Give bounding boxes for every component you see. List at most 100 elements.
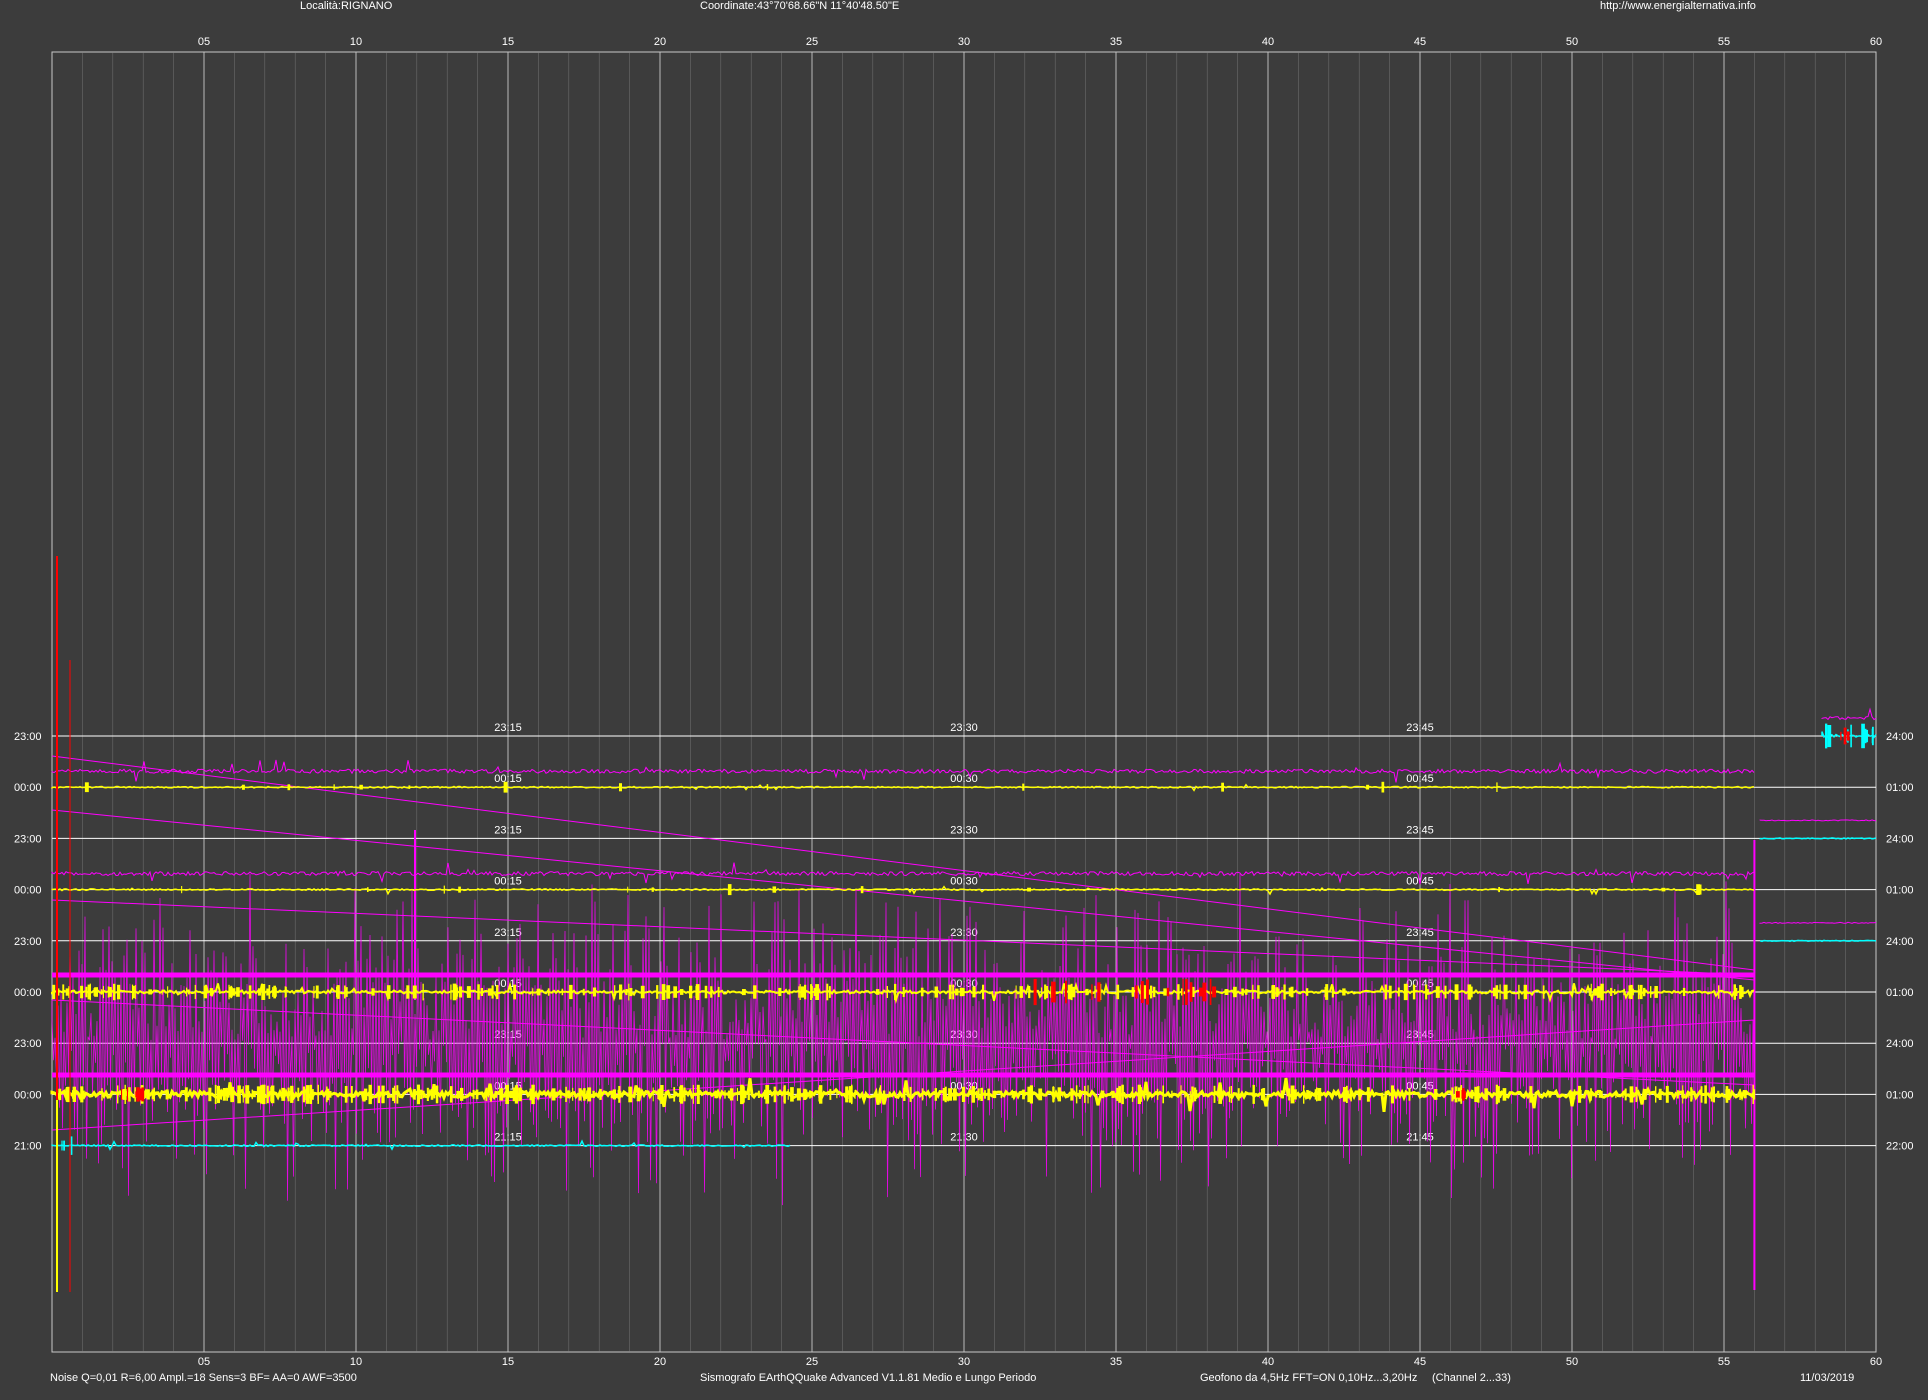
seismic-burst — [803, 1089, 808, 1100]
seismic-burst — [214, 1084, 217, 1104]
seismic-burst — [791, 1088, 794, 1101]
seismic-burst — [1342, 988, 1346, 996]
seismic-burst — [788, 989, 791, 995]
seismic-burst — [572, 1087, 574, 1101]
seismic-burst — [1057, 1087, 1061, 1102]
seismic-burst — [1344, 1088, 1346, 1100]
seismic-burst — [1116, 984, 1120, 1000]
seismic-burst — [89, 983, 91, 1001]
seismic-burst — [1590, 983, 1592, 1001]
seismic-burst — [1523, 984, 1528, 1000]
seismic-burst — [458, 886, 461, 893]
seismic-burst — [628, 1086, 633, 1103]
seismic-burst — [1425, 984, 1428, 1000]
seismic-burst — [208, 1087, 212, 1102]
seismic-burst — [1189, 1091, 1191, 1098]
seismic-burst — [903, 1087, 906, 1101]
row-start-time-label: 00:00 — [14, 782, 42, 794]
seismic-burst — [466, 987, 469, 997]
seismic-burst — [422, 983, 424, 1001]
seismic-burst — [1213, 1085, 1216, 1103]
seismic-burst — [1412, 984, 1416, 1000]
seismic-burst — [757, 1090, 760, 1098]
seismic-burst — [1477, 1086, 1480, 1103]
seismic-burst — [860, 886, 864, 894]
seismic-burst — [449, 1086, 453, 1103]
seismic-burst — [1682, 987, 1686, 996]
row-start-time-label: 21:00 — [14, 1141, 42, 1153]
seismic-burst — [1503, 984, 1508, 1000]
seismic-burst — [261, 984, 266, 1000]
seismic-burst — [1643, 987, 1646, 997]
seismic-burst — [516, 1085, 518, 1103]
seismic-burst — [61, 1140, 63, 1151]
seismic-burst — [1495, 1084, 1499, 1105]
quarter-hour-label: 23:45 — [1406, 927, 1434, 939]
minute-tick-label-top: 30 — [958, 36, 970, 48]
seismic-burst — [1162, 1085, 1164, 1104]
seismic-burst — [1038, 1088, 1043, 1101]
seismic-burst — [84, 782, 89, 793]
seismic-burst — [717, 986, 720, 998]
seismic-event-marker — [1091, 984, 1093, 1000]
seismic-burst — [829, 1088, 832, 1100]
seismic-burst — [490, 1087, 492, 1102]
seismic-burst — [1070, 1088, 1074, 1101]
minute-tick-label-top: 10 — [350, 36, 362, 48]
minute-tick-label-top: 15 — [502, 36, 514, 48]
minute-tick-label-top: 40 — [1262, 36, 1274, 48]
seismic-burst — [971, 1091, 975, 1098]
seismic-burst — [800, 986, 805, 998]
row-end-time-label: 22:00 — [1886, 1141, 1914, 1153]
seismic-burst — [1085, 988, 1089, 996]
seismic-burst — [1590, 1088, 1592, 1101]
seismic-burst — [778, 987, 782, 996]
seismic-burst — [934, 986, 938, 998]
seismic-burst — [426, 1087, 429, 1101]
seismic-burst — [599, 1088, 602, 1100]
row-end-time-label: 01:00 — [1886, 782, 1914, 794]
seismic-burst — [783, 1086, 786, 1103]
seismic-burst — [583, 1088, 586, 1101]
seismic-burst — [1072, 988, 1074, 997]
seismic-burst — [433, 1090, 436, 1099]
seismic-burst — [809, 1090, 811, 1099]
seismic-burst — [961, 1086, 966, 1102]
seismic-event-marker — [126, 1087, 128, 1102]
seismic-burst — [184, 1087, 188, 1102]
seismic-burst — [406, 985, 410, 999]
seismic-burst — [70, 1136, 73, 1155]
seismic-burst — [1704, 1085, 1707, 1104]
seismic-burst — [1131, 1086, 1134, 1102]
seismic-event-marker — [1097, 982, 1101, 1002]
seismic-burst — [188, 989, 190, 995]
seismic-burst — [273, 987, 277, 997]
quarter-hour-label: 23:30 — [950, 824, 978, 836]
seismic-burst — [660, 1085, 664, 1104]
seismic-burst — [1502, 1088, 1507, 1101]
seismic-burst — [1288, 1088, 1291, 1101]
seismic-burst — [1022, 783, 1025, 791]
seismic-burst — [412, 985, 417, 999]
seismic-burst — [1241, 988, 1244, 996]
seismic-burst — [518, 1088, 521, 1101]
seismic-burst — [499, 1088, 504, 1101]
quarter-hour-label: 21:15 — [494, 1132, 522, 1144]
seismic-burst — [242, 1086, 244, 1103]
seismic-burst — [491, 985, 494, 999]
date-label: 11/03/2019 — [1800, 1372, 1855, 1384]
seismic-burst — [1470, 1090, 1473, 1099]
seismic-burst — [317, 1084, 319, 1104]
seismic-event-marker — [1212, 986, 1217, 998]
seismic-burst — [1665, 1085, 1669, 1103]
seismic-burst — [1022, 1089, 1025, 1100]
seismic-burst — [363, 1090, 368, 1098]
seismic-burst — [955, 988, 959, 996]
seismic-burst — [396, 1085, 399, 1104]
seismic-burst — [747, 1088, 750, 1100]
seismic-burst — [1403, 983, 1408, 1001]
seismic-burst — [1317, 1088, 1322, 1101]
seismic-burst — [619, 783, 622, 792]
seismic-burst — [124, 1084, 126, 1104]
quarter-hour-label: 00:45 — [1406, 773, 1434, 785]
